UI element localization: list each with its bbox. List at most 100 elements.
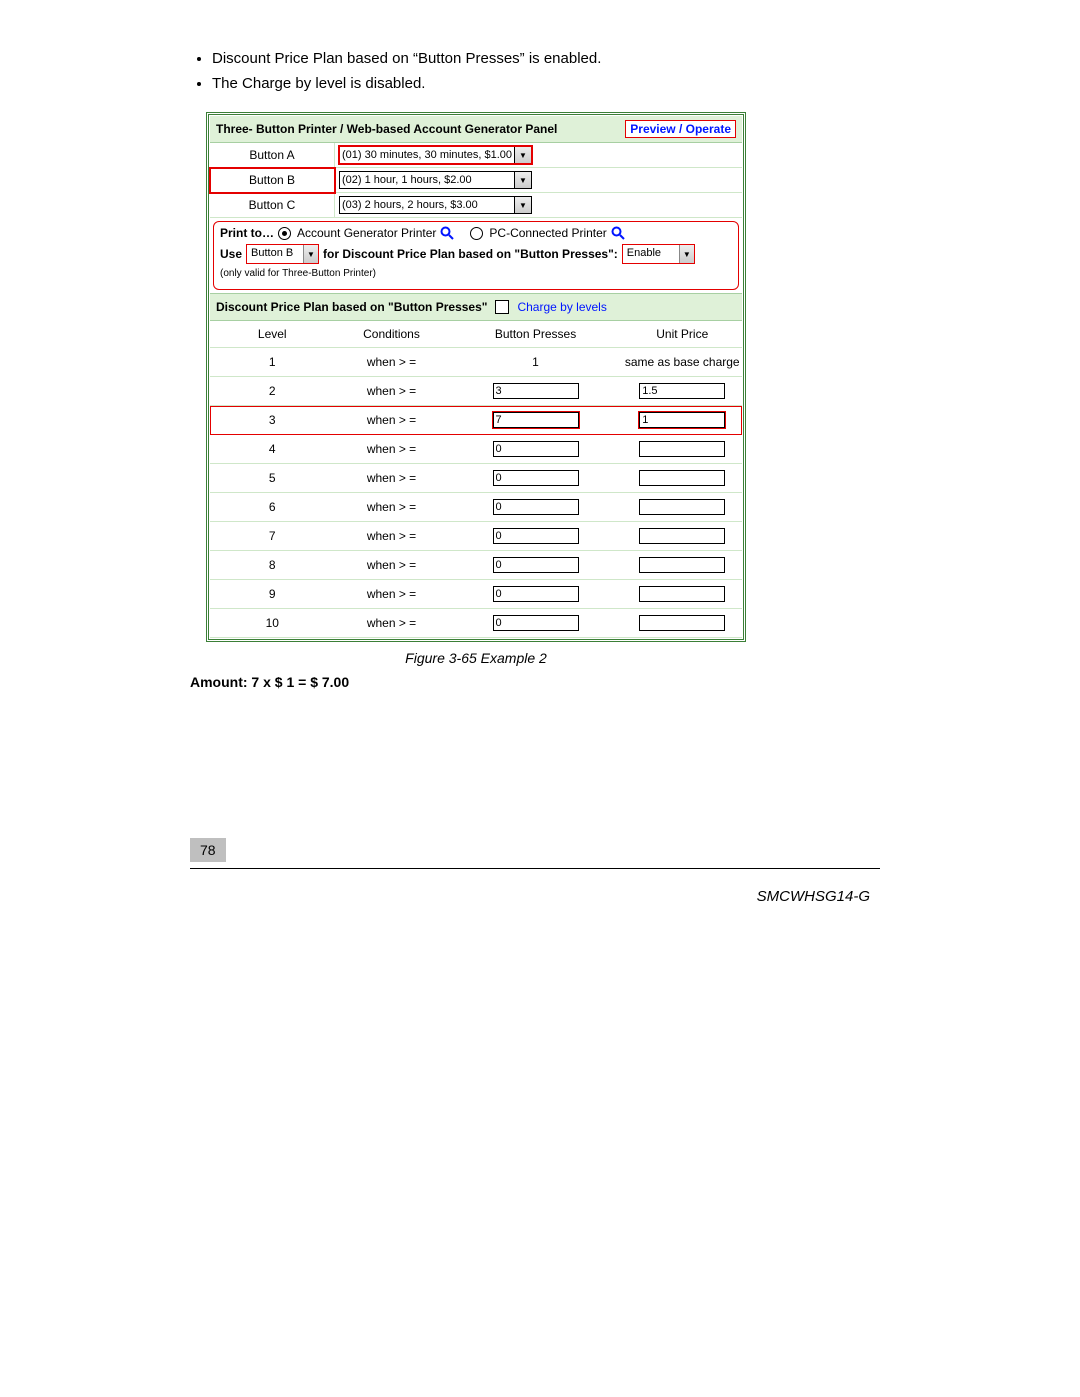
level-cell: 4 — [210, 435, 335, 464]
button-presses-cell — [449, 377, 623, 406]
panel-title: Three- Button Printer / Web-based Accoun… — [216, 122, 557, 136]
print-to-label: Print to… — [220, 226, 274, 240]
print-use-block: Print to… Account Generator Printer PC-C… — [213, 221, 739, 290]
condition-cell: when > = — [335, 522, 449, 551]
button-presses-input[interactable] — [493, 412, 579, 428]
level-cell: 7 — [210, 522, 335, 551]
button-a-value[interactable] — [339, 146, 514, 164]
discount-plan-title: Discount Price Plan based on "Button Pre… — [216, 300, 487, 314]
button-presses-input[interactable] — [493, 586, 579, 602]
button-presses-input[interactable] — [493, 557, 579, 573]
chevron-down-icon[interactable]: ▼ — [304, 245, 318, 263]
valid-note: (only valid for Three-Button Printer) — [220, 268, 376, 279]
unit-price-cell: same as base charge — [623, 348, 743, 377]
figure-caption: Figure 3-65 Example 2 — [206, 650, 746, 666]
level-row: 10when > = — [210, 609, 742, 638]
unit-price-input[interactable] — [639, 528, 725, 544]
unit-price-input[interactable] — [639, 586, 725, 602]
button-presses-cell — [449, 609, 623, 638]
level-row: 6when > = — [210, 493, 742, 522]
unit-price-input[interactable] — [639, 499, 725, 515]
use-button-value: Button B — [247, 245, 304, 263]
footer-rule — [190, 868, 880, 869]
chevron-down-icon[interactable]: ▼ — [514, 146, 532, 164]
button-presses-input[interactable] — [493, 383, 579, 399]
chevron-down-icon[interactable]: ▼ — [514, 171, 532, 189]
button-c-label: Button C — [249, 198, 296, 212]
unit-price-cell — [623, 435, 743, 464]
button-presses-cell — [449, 464, 623, 493]
radio-pc-printer-label: PC-Connected Printer — [489, 226, 606, 240]
radio-account-printer-label: Account Generator Printer — [297, 226, 436, 240]
level-row: 5when > = — [210, 464, 742, 493]
button-c-select[interactable]: ▼ — [339, 196, 532, 214]
col-unit-price: Unit Price — [623, 321, 743, 348]
level-row: 9when > = — [210, 580, 742, 609]
bullet-2: The Charge by level is disabled. — [212, 75, 970, 92]
button-presses-cell — [449, 522, 623, 551]
button-b-value[interactable] — [339, 171, 514, 189]
unit-price-input[interactable] — [639, 470, 725, 486]
radio-pc-printer[interactable] — [470, 227, 483, 240]
unit-price-cell — [623, 493, 743, 522]
unit-price-cell — [623, 406, 743, 435]
level-cell: 3 — [210, 406, 335, 435]
button-presses-input[interactable] — [493, 499, 579, 515]
unit-price-input[interactable] — [639, 557, 725, 573]
button-presses-input[interactable] — [493, 615, 579, 631]
condition-cell: when > = — [335, 406, 449, 435]
button-a-select[interactable]: ▼ — [339, 146, 532, 164]
chevron-down-icon[interactable]: ▼ — [514, 196, 532, 214]
button-presses-input[interactable] — [493, 528, 579, 544]
level-row: 1when > =1same as base charge — [210, 348, 742, 377]
level-cell: 2 — [210, 377, 335, 406]
level-cell: 10 — [210, 609, 335, 638]
condition-cell: when > = — [335, 609, 449, 638]
button-presses-cell — [449, 493, 623, 522]
intro-bullets: Discount Price Plan based on “Button Pre… — [190, 50, 970, 92]
button-presses-input[interactable] — [493, 470, 579, 486]
condition-cell: when > = — [335, 580, 449, 609]
unit-price-input[interactable] — [639, 383, 725, 399]
unit-price-input[interactable] — [639, 441, 725, 457]
unit-price-cell — [623, 464, 743, 493]
use-button-select[interactable]: Button B ▼ — [246, 244, 319, 264]
condition-cell: when > = — [335, 348, 449, 377]
charge-by-levels-checkbox[interactable] — [495, 300, 509, 314]
level-row: 3when > = — [210, 406, 742, 435]
magnify-icon[interactable] — [611, 226, 625, 240]
magnify-icon[interactable] — [440, 226, 454, 240]
unit-price-cell — [623, 609, 743, 638]
level-row: 7when > = — [210, 522, 742, 551]
unit-price-input[interactable] — [639, 615, 725, 631]
button-presses-input[interactable] — [493, 441, 579, 457]
level-row: 4when > = — [210, 435, 742, 464]
col-conditions: Conditions — [335, 321, 449, 348]
condition-cell: when > = — [335, 464, 449, 493]
button-c-value[interactable] — [339, 196, 514, 214]
radio-account-printer[interactable] — [278, 227, 291, 240]
chevron-down-icon[interactable]: ▼ — [680, 245, 694, 263]
condition-cell: when > = — [335, 377, 449, 406]
button-presses-cell — [449, 435, 623, 464]
level-row: 8when > = — [210, 551, 742, 580]
button-a-label: Button A — [249, 148, 294, 162]
condition-cell: when > = — [335, 551, 449, 580]
preview-operate-button[interactable]: Preview / Operate — [625, 120, 736, 138]
amount-line: Amount: 7 x $ 1 = $ 7.00 — [190, 674, 970, 690]
button-b-select[interactable]: ▼ — [339, 171, 532, 189]
config-panel: Three- Button Printer / Web-based Accoun… — [206, 112, 746, 642]
charge-by-levels-label[interactable]: Charge by levels — [517, 300, 606, 314]
unit-price-input[interactable] — [639, 412, 725, 428]
col-level: Level — [210, 321, 335, 348]
button-b-label: Button B — [249, 173, 295, 187]
enable-select[interactable]: Enable ▼ — [622, 244, 695, 264]
button-presses-cell — [449, 580, 623, 609]
button-presses-cell: 1 — [449, 348, 623, 377]
for-discount-label: for Discount Price Plan based on "Button… — [323, 247, 618, 261]
bullet-1: Discount Price Plan based on “Button Pre… — [212, 50, 970, 67]
use-label: Use — [220, 247, 242, 261]
model-id: SMCWHSG14-G — [757, 888, 870, 905]
condition-cell: when > = — [335, 493, 449, 522]
enable-value: Enable — [623, 245, 680, 263]
